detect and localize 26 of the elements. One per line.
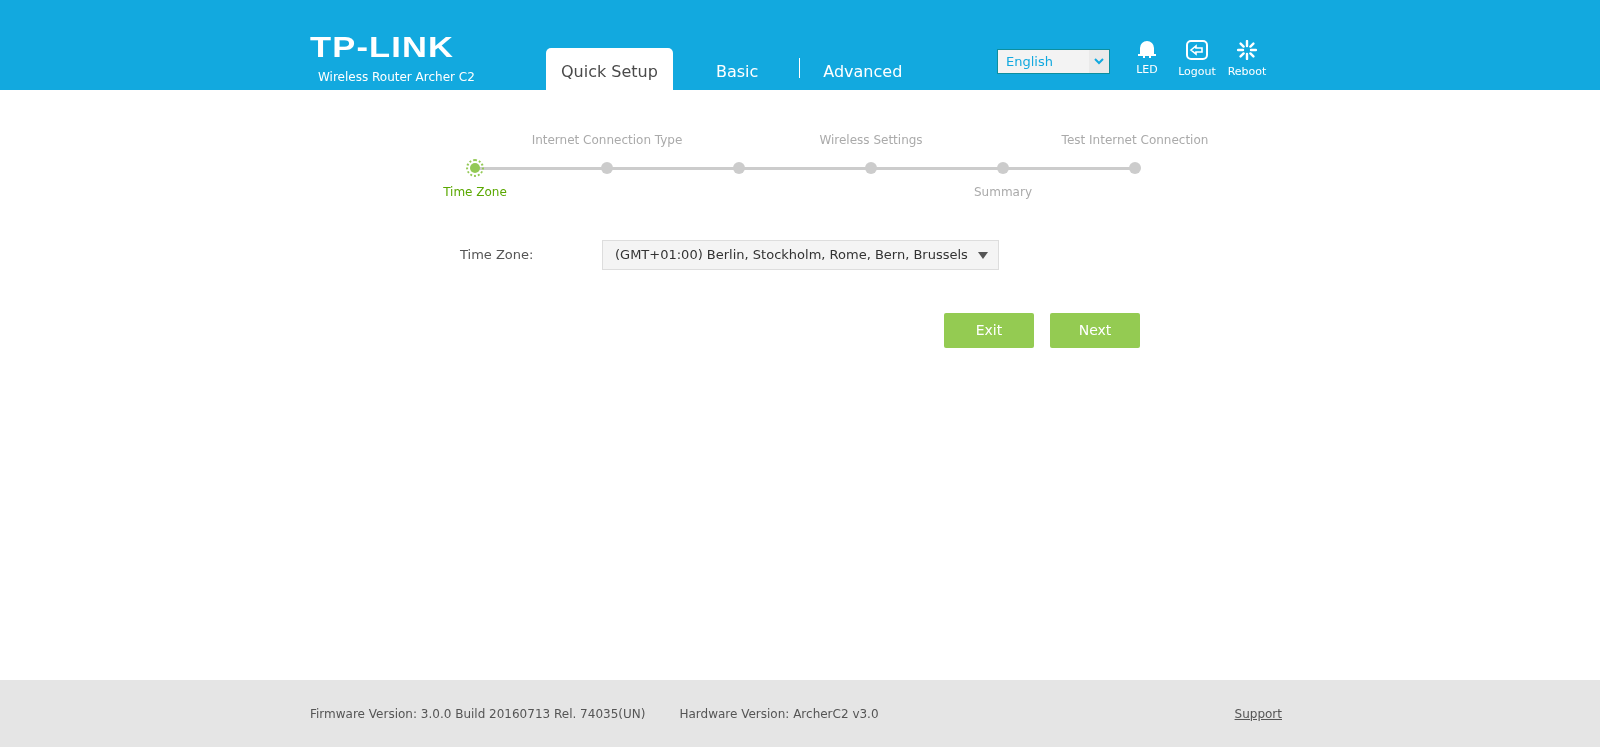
nav-tab[interactable]: Advanced (808, 48, 918, 90)
dropdown-arrow-icon (978, 251, 988, 259)
chevron-down-icon (1094, 58, 1104, 65)
nav-tab[interactable]: Basic (700, 48, 774, 90)
step-label: Internet Connection Type (531, 132, 683, 149)
logout-icon (1186, 40, 1208, 60)
hardware-version: Hardware Version: ArcherC2 v3.0 (679, 705, 879, 723)
step-label: Time Zone (443, 184, 507, 201)
firmware-version: Firmware Version: 3.0.0 Build 20160713 Rel. 74035(UN) (310, 705, 646, 723)
led-button[interactable]: LED (1126, 40, 1168, 90)
step-label: Test Internet Connection (1061, 132, 1209, 149)
logo: TP-LINK (310, 32, 456, 62)
step-label: Wireless Settings (819, 132, 923, 149)
bulb-icon (1137, 40, 1157, 58)
logout-button[interactable]: Logout (1176, 40, 1218, 90)
model-name: Wireless Router Archer C2 (318, 69, 476, 86)
language-select[interactable]: English (997, 49, 1110, 74)
action-button[interactable]: Exit (944, 313, 1034, 348)
time-zone-select[interactable]: (GMT+01:00) Berlin, Stockholm, Rome, Bern, Brussels (602, 240, 999, 270)
reboot-button[interactable]: Reboot (1226, 40, 1268, 90)
action-button[interactable]: Next (1050, 313, 1140, 348)
field-label: Time Zone: (460, 246, 535, 265)
step-label: Summary (974, 184, 1032, 201)
support-link[interactable]: Support (1234, 704, 1282, 723)
nav-tab[interactable]: Quick Setup (546, 48, 673, 90)
spinner-icon (1237, 40, 1257, 60)
